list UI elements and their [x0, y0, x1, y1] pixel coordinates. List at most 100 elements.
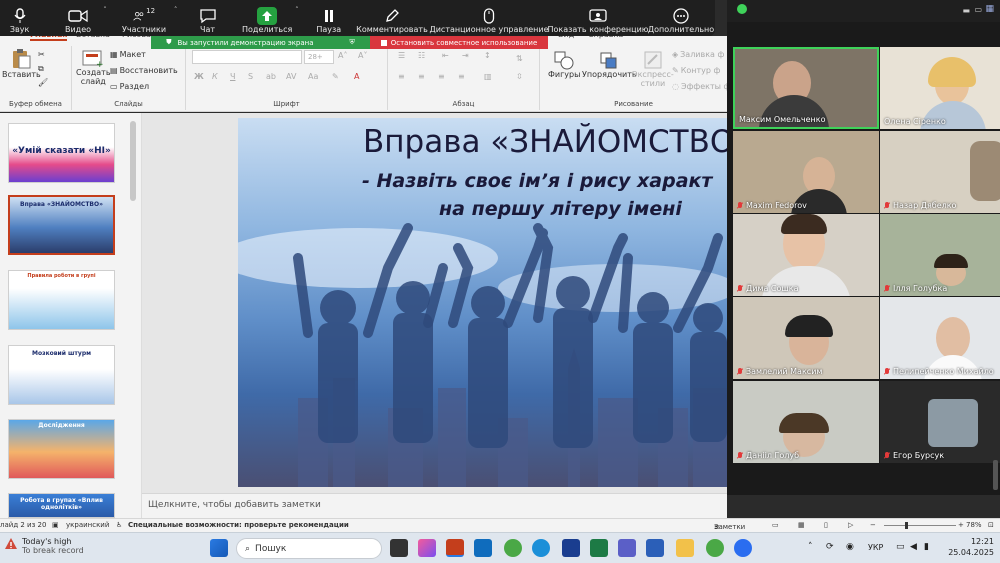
slideshow-icon[interactable]: ▷ — [848, 521, 853, 529]
volume-icon[interactable]: ◀ — [910, 542, 917, 552]
slide-subtitle-line2[interactable]: на першу літеру імені — [439, 198, 682, 220]
zoom-slider-thumb[interactable] — [905, 522, 908, 529]
shadow-icon[interactable]: ab — [266, 72, 276, 81]
quick-styles-button[interactable]: Экспресс- стили — [632, 50, 674, 88]
chrome-profile-icon[interactable] — [706, 539, 724, 557]
slide-thumbnail-2[interactable]: Вправа «ЗНАЙОМСТВО» — [8, 195, 115, 255]
case-icon[interactable]: Aa — [308, 72, 318, 81]
taskbar-search[interactable]: ⌕ Пошук — [236, 538, 382, 559]
grow-font-icon[interactable]: A˄ — [338, 51, 347, 60]
slide-subtitle-line1[interactable]: - Назвіть своє ім’я і рису характ — [362, 170, 712, 192]
participant-tile-5[interactable]: Дима Сошка — [733, 214, 879, 296]
task-view-icon[interactable] — [390, 539, 408, 557]
more-button[interactable]: Дополнительно — [648, 0, 714, 34]
section-button[interactable]: ▭ Раздел — [110, 82, 149, 91]
spacing-icon[interactable]: AV — [286, 72, 296, 81]
reading-view-icon[interactable]: ▯ — [824, 521, 828, 529]
normal-view-icon[interactable]: ▭ — [772, 521, 779, 529]
arrange-button[interactable]: Упорядочить — [582, 50, 637, 79]
video-button[interactable]: Видео ˄ — [55, 0, 107, 34]
stop-share-button[interactable]: Остановить совместное использование — [370, 36, 548, 49]
fit-slide-icon[interactable]: ⊡ — [988, 521, 994, 529]
bold-icon[interactable]: Ж — [194, 72, 204, 81]
gallery-layout-icon[interactable]: ▦ — [985, 4, 994, 14]
sync-icon[interactable]: ⟳ — [826, 542, 834, 552]
share-button[interactable]: Поделиться ˄ — [242, 0, 299, 34]
zoom-level[interactable]: 78% — [966, 521, 982, 529]
highlight-icon[interactable]: ✎ — [332, 72, 339, 81]
participant-tile-2[interactable]: Олена Сіренко — [880, 47, 1000, 129]
participant-tile-7[interactable]: Замлелий Максим — [733, 297, 879, 379]
slide-sorter-icon[interactable]: ▦ — [798, 521, 805, 529]
zoom-slider[interactable] — [884, 525, 956, 526]
text-direction-icon[interactable]: ⇅ — [516, 54, 523, 63]
accessibility-status[interactable]: Специальные возможности: проверьте реком… — [128, 521, 349, 529]
format-painter-icon[interactable]: 🖌 — [38, 78, 48, 87]
language-indicator[interactable]: украинский — [66, 521, 109, 529]
paste-button[interactable]: Вставить — [2, 48, 41, 79]
participants-button[interactable]: 12 Участники ˄ — [117, 0, 177, 34]
keyboard-language[interactable]: УКР — [868, 543, 883, 552]
shape-fill-button[interactable]: ◈ Заливка ф — [672, 50, 724, 59]
copy-icon[interactable]: ⧉ — [38, 64, 44, 74]
zoom-out-icon[interactable]: − — [870, 521, 876, 529]
video-options-chevron-icon[interactable]: ˄ — [103, 6, 107, 14]
align-text-icon[interactable]: ⇳ — [516, 72, 523, 81]
battery-icon[interactable]: ▮ — [924, 542, 929, 552]
zoom-app-icon[interactable] — [734, 539, 752, 557]
pause-share-button[interactable]: Пауза — [311, 0, 347, 34]
file-explorer-icon[interactable] — [676, 539, 694, 557]
chrome-icon[interactable] — [504, 539, 522, 557]
shape-effects-button[interactable]: ◌ Эффекты ф — [672, 82, 730, 91]
participant-tile-9[interactable]: Данііл Голуб — [733, 381, 879, 463]
participant-tile-4[interactable]: Назар Дябелко — [880, 131, 1000, 213]
share-options-chevron-icon[interactable]: ˄ — [295, 6, 299, 14]
accessibility-icon[interactable]: ♿ — [116, 521, 122, 529]
reset-button[interactable]: ▤ Восстановить — [110, 66, 178, 75]
bullets-icon[interactable]: ☰ — [398, 51, 405, 60]
security-icon[interactable]: ◉ — [846, 542, 854, 552]
thumbnail-scrollbar[interactable] — [130, 121, 136, 201]
font-color-icon[interactable]: A — [354, 72, 359, 81]
excel-icon[interactable] — [590, 539, 608, 557]
slide-title[interactable]: Вправа «ЗНАЙОМСТВО — [363, 124, 727, 160]
participant-tile-1[interactable]: Максим Омельченко — [733, 47, 879, 129]
cut-icon[interactable]: ✂ — [38, 50, 45, 59]
new-slide-button[interactable]: + Создать слайд — [76, 50, 111, 86]
decrease-indent-icon[interactable]: ⇤ — [442, 51, 449, 60]
start-windows-icon[interactable] — [210, 539, 228, 557]
clock[interactable]: 12:21 25.04.2025 — [948, 536, 994, 558]
slide-thumbnail-1[interactable]: «Умій сказати «НІ» — [8, 123, 115, 183]
restore-icon[interactable]: ▭ — [974, 5, 982, 14]
slide-thumbnail-6[interactable]: Робота в групах «Вплив однолітків» — [8, 493, 115, 518]
l-app-icon[interactable] — [562, 539, 580, 557]
participants-options-chevron-icon[interactable]: ˄ — [174, 6, 178, 14]
numbering-icon[interactable]: ☷ — [418, 51, 425, 60]
minimize-icon[interactable]: ▬ — [962, 6, 970, 15]
justify-icon[interactable]: ≡ — [458, 72, 465, 81]
align-center-icon[interactable]: ≡ — [418, 72, 425, 81]
slide-thumbnail-5[interactable]: Дослідження — [8, 419, 115, 479]
strikethrough-icon[interactable]: S — [248, 72, 253, 81]
powerpoint-app-icon[interactable] — [446, 539, 464, 557]
participant-tile-3[interactable]: Maxim Fedorov — [733, 131, 879, 213]
current-slide[interactable]: Вправа «ЗНАЙОМСТВО - Назвіть своє ім’я і… — [238, 118, 727, 487]
tray-overflow-chevron-icon[interactable]: ˄ — [808, 542, 813, 552]
audio-button[interactable]: Звук — [6, 0, 33, 34]
annotate-button[interactable]: Комментировать — [356, 0, 428, 34]
remote-control-button[interactable]: Дистанционное управление — [429, 0, 549, 34]
notes-field[interactable]: Щелкните, чтобы добавить заметки — [142, 493, 727, 518]
spellcheck-icon[interactable]: ▣ — [52, 521, 59, 529]
teams-icon[interactable] — [618, 539, 636, 557]
shapes-button[interactable]: Фигуры — [548, 50, 580, 79]
weather-widget[interactable]: Today's high To break record — [4, 537, 84, 555]
align-left-icon[interactable]: ≡ — [398, 72, 405, 81]
show-meeting-button[interactable]: Показать конференцию — [547, 0, 649, 34]
participant-tile-10[interactable]: Егор Бурсук — [880, 381, 1000, 463]
align-right-icon[interactable]: ≡ — [438, 72, 445, 81]
increase-indent-icon[interactable]: ⇥ — [462, 51, 469, 60]
line-spacing-icon[interactable]: ↕ — [484, 51, 491, 60]
outlook-icon[interactable] — [474, 539, 492, 557]
participant-tile-8[interactable]: Пелипейченко Михайло — [880, 297, 1000, 379]
font-name-field[interactable] — [192, 50, 302, 64]
